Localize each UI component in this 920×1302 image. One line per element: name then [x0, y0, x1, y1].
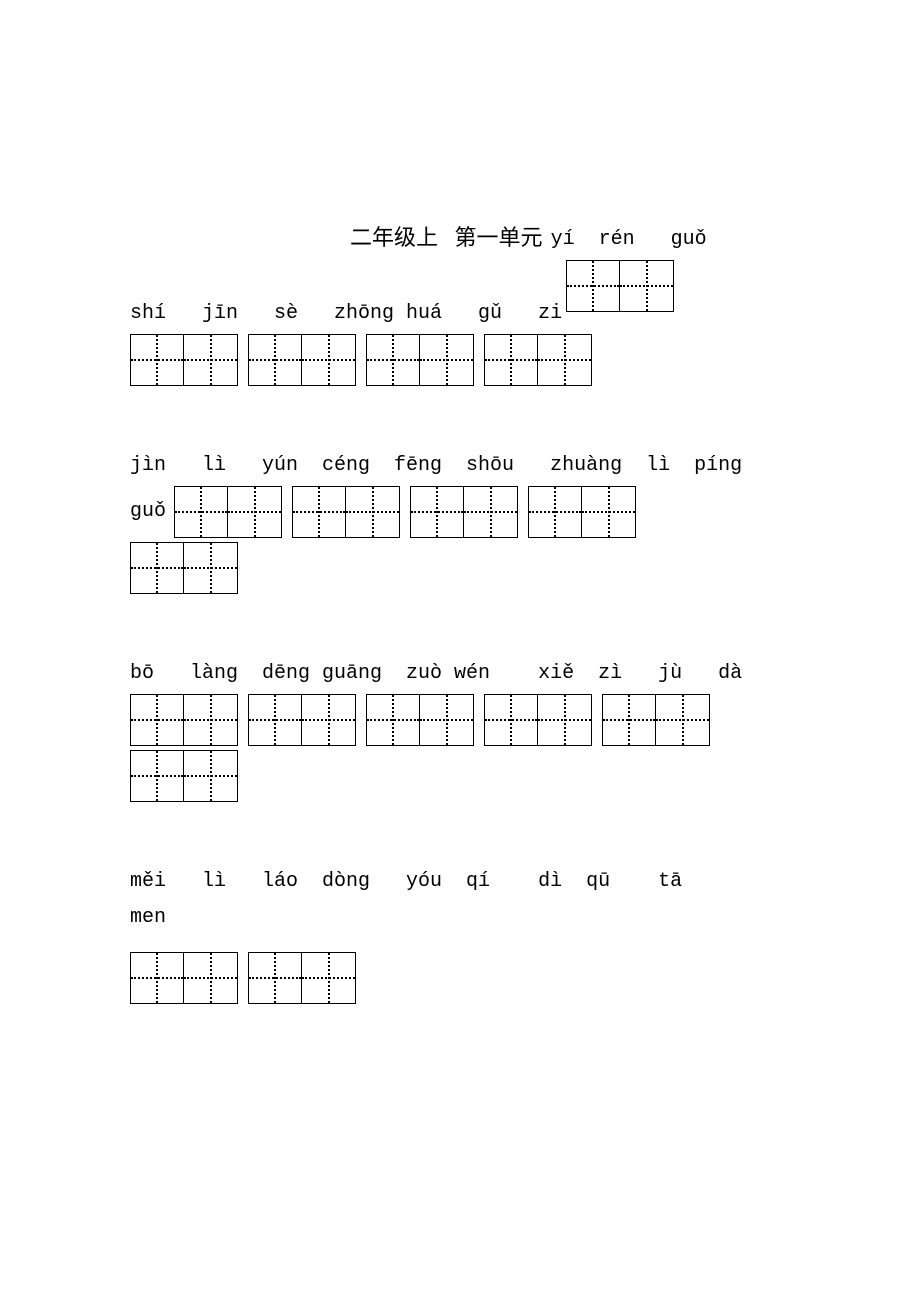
header-pinyin: yí rén guǒ	[551, 228, 707, 252]
box-bolang	[130, 694, 238, 746]
box-jinli	[174, 486, 282, 538]
tianzi-cell[interactable]	[420, 334, 474, 386]
tianzi-cell[interactable]	[130, 750, 184, 802]
indent	[130, 228, 346, 252]
tianzi-cell[interactable]	[130, 694, 184, 746]
worksheet-page: 二年级上 第一单元 yí rén guǒ shí jīn sè zhōng hu…	[0, 0, 920, 1068]
tianzi-cell[interactable]	[346, 486, 400, 538]
tianzi-cell[interactable]	[366, 694, 420, 746]
box-laodong	[248, 952, 356, 1004]
tianzi-cell[interactable]	[538, 334, 592, 386]
page-title: 二年级上 第一单元	[350, 220, 543, 252]
box-zhuangli	[528, 486, 636, 538]
row4-pinyin2: men	[130, 906, 166, 930]
tianzi-cell[interactable]	[602, 694, 656, 746]
row1-boxes	[130, 334, 790, 386]
tianzi-cell[interactable]	[184, 334, 238, 386]
box-xiezi	[484, 694, 592, 746]
row2-boxes: guǒ	[130, 486, 790, 538]
tianzi-cell[interactable]	[566, 260, 620, 312]
tianzi-cell[interactable]	[528, 486, 582, 538]
row3-pinyin-line: bō làng dēng guāng zuò wén xiě zì jù dà	[130, 658, 790, 686]
tianzi-cell[interactable]	[292, 486, 346, 538]
tianzi-cell[interactable]	[248, 694, 302, 746]
tianzi-cell[interactable]	[228, 486, 282, 538]
box-extra	[130, 750, 238, 802]
tianzi-cell[interactable]	[174, 486, 228, 538]
box-fengshou	[410, 486, 518, 538]
tianzi-cell[interactable]	[302, 334, 356, 386]
tianzi-cell[interactable]	[538, 694, 592, 746]
row3-boxes-line2	[130, 750, 790, 802]
tianzi-cell[interactable]	[184, 694, 238, 746]
header-line: 二年级上 第一单元 yí rén guǒ	[130, 220, 790, 252]
tianzi-cell[interactable]	[620, 260, 674, 312]
row3-boxes	[130, 694, 790, 746]
box-pingguo	[130, 542, 238, 594]
tianzi-cell[interactable]	[656, 694, 710, 746]
row3-pinyin: bō làng dēng guāng zuò wén xiě zì jù dà	[130, 662, 742, 686]
tianzi-cell[interactable]	[248, 334, 302, 386]
spacer	[130, 598, 790, 658]
box-dengguang	[248, 694, 356, 746]
box-meili	[130, 952, 238, 1004]
tianzi-cell[interactable]	[302, 694, 356, 746]
tianzi-cell[interactable]	[184, 750, 238, 802]
box-jinse2	[248, 334, 356, 386]
tianzi-cell[interactable]	[410, 486, 464, 538]
tianzi-cell[interactable]	[248, 952, 302, 1004]
spacer	[130, 938, 790, 952]
box-guzi	[484, 334, 592, 386]
row2-prefix: guǒ	[130, 500, 166, 524]
tianzi-cell[interactable]	[484, 334, 538, 386]
tianzi-cell[interactable]	[420, 694, 474, 746]
box-zuowen	[366, 694, 474, 746]
box-zhonghua	[366, 334, 474, 386]
row1-pinyin: shí jīn sè zhōng huá gǔ zi	[130, 302, 562, 326]
tianzi-cell[interactable]	[366, 334, 420, 386]
box-juda	[602, 694, 710, 746]
spacer	[130, 390, 790, 450]
tianzi-cell[interactable]	[184, 542, 238, 594]
box-yiren-guo	[566, 260, 674, 312]
spacer	[130, 806, 790, 866]
tianzi-cell[interactable]	[130, 952, 184, 1004]
tianzi-cell[interactable]	[464, 486, 518, 538]
tianzi-cell[interactable]	[302, 952, 356, 1004]
tianzi-cell[interactable]	[484, 694, 538, 746]
tianzi-cell[interactable]	[130, 334, 184, 386]
row2-pinyin-line: jìn lì yún céng fēng shōu zhuàng lì píng	[130, 450, 790, 478]
row4-pinyin1: měi lì láo dòng yóu qí dì qū tā	[130, 870, 682, 894]
tianzi-cell[interactable]	[582, 486, 636, 538]
row4-boxes	[130, 952, 790, 1004]
row4-pinyin-line2: men	[130, 902, 790, 930]
box-yunceng	[292, 486, 400, 538]
row1-pinyin-line: shí jīn sè zhōng huá gǔ zi	[130, 298, 566, 326]
row2-boxes-line2	[130, 542, 790, 594]
row1-wrap: shí jīn sè zhōng huá gǔ zi	[130, 260, 790, 334]
row2-pinyin: jìn lì yún céng fēng shōu zhuàng lì píng	[130, 454, 742, 478]
tianzi-cell[interactable]	[130, 542, 184, 594]
box-shi-jinse	[130, 334, 238, 386]
tianzi-cell[interactable]	[184, 952, 238, 1004]
row4-pinyin-line1: měi lì láo dòng yóu qí dì qū tā	[130, 866, 790, 894]
